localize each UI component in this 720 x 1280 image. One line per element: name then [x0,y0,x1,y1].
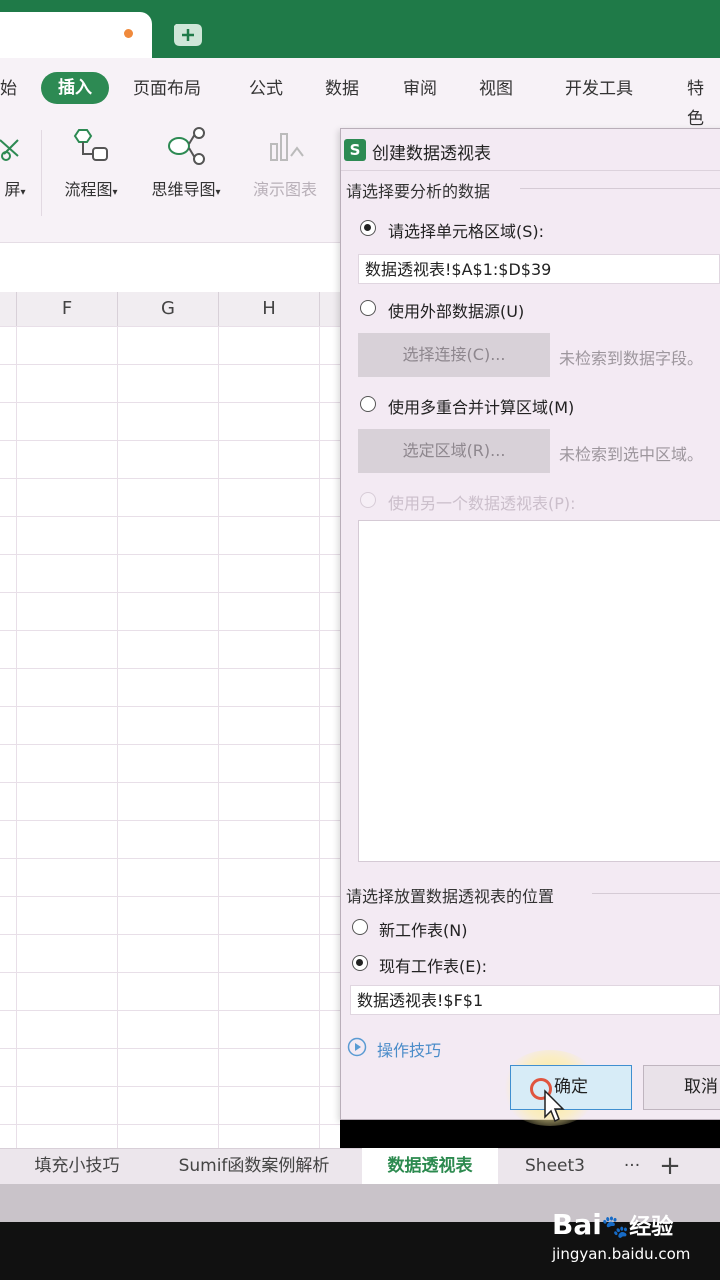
tab-insert[interactable]: 插入 [41,72,109,104]
sheet-tab-sheet3[interactable]: Sheet3 [510,1148,600,1184]
sheet-tab-pivot[interactable]: 数据透视表 [362,1148,498,1184]
tab-data[interactable]: 数据 [325,74,359,104]
column-header-h[interactable]: H [219,292,319,326]
location-input[interactable]: 数据透视表!$F$1 [350,985,720,1015]
tab-page-layout[interactable]: 页面布局 [133,74,201,104]
tool-screen[interactable]: 屏▾ [0,126,30,216]
demo-chart-icon [270,133,304,161]
range-input[interactable]: 数据透视表!$A$1:$D$39 [358,254,720,284]
baidu-watermark: Bai🐾经验 jingyan.baidu.com [552,1208,712,1268]
flowchart-icon [73,129,108,161]
section-line [520,188,720,189]
wps-spreadsheet-icon: S [344,139,366,161]
cell-grid[interactable] [0,326,340,1148]
flowchart-button[interactable]: 流程图▾ [53,126,129,216]
option-external-source-label[interactable]: 使用外部数据源(U) [388,298,524,322]
sheet-tab-sumif[interactable]: Sumif函数案例解析 [160,1148,348,1184]
cancel-button[interactable]: 取消 [643,1065,720,1110]
ribbon-divider [41,130,42,216]
column-header-g[interactable]: G [118,292,218,326]
tab-formulas[interactable]: 公式 [249,74,283,104]
demo-chart-button[interactable]: 演示图表 [244,126,326,216]
more-sheets-button[interactable]: ··· [614,1148,650,1184]
sheet-tab-fill-tips[interactable]: 填充小技巧 [18,1148,136,1184]
tab-view[interactable]: 视图 [479,74,513,104]
mindmap-label: 思维导图 [151,180,216,199]
demo-chart-label: 演示图表 [252,180,317,199]
section-location-label: 请选择放置数据透视表的位置 [346,887,555,906]
unsaved-dot-icon [124,29,133,38]
radio-new-sheet[interactable] [352,919,368,935]
title-divider [341,170,720,171]
tab-developer[interactable]: 开发工具 [565,74,633,104]
option-multi-consolidation-label[interactable]: 使用多重合并计算区域(M) [388,394,574,418]
mouse-cursor-icon [543,1089,565,1125]
no-fields-hint: 未检索到数据字段。 [559,349,704,368]
scissors-icon [0,139,19,161]
option-new-sheet-label[interactable]: 新工作表(N) [379,917,467,941]
option-existing-sheet-label[interactable]: 现有工作表(E): [379,953,487,977]
formula-bar[interactable] [0,242,340,293]
watermark-url: jingyan.baidu.com [552,1245,691,1263]
new-tab-button[interactable] [170,18,206,52]
column-divider [218,292,219,326]
new-tab-icon [174,24,202,46]
choose-connection-button[interactable]: 选择连接(C)... [358,333,550,377]
option-other-pivot-label: 使用另一个数据透视表(P): [388,494,576,513]
tool-screen-label: 屏 [4,180,21,199]
option-select-range-label[interactable]: 请选择单元格区域(S): [388,218,544,242]
tab-review[interactable]: 审阅 [403,74,437,104]
flowchart-label: 流程图 [64,180,113,199]
section-line [592,893,720,894]
watermark-suffix: 经验 [629,1215,674,1240]
pivot-table-listbox[interactable] [358,520,720,862]
mindmap-icon [168,127,205,165]
radio-existing-sheet[interactable] [352,955,368,971]
column-divider [117,292,118,326]
add-sheet-button[interactable]: + [652,1148,688,1184]
tips-play-icon [347,1037,367,1057]
column-header-f[interactable]: F [17,292,117,326]
column-divider [319,292,320,326]
tab-start[interactable]: 始 [0,74,17,104]
paw-icon: 🐾 [601,1215,630,1240]
watermark-brand: Bai [552,1208,602,1241]
radio-external-source[interactable] [360,300,376,316]
radio-multi-consolidation[interactable] [360,396,376,412]
mindmap-button[interactable]: 思维导图▾ [140,126,232,216]
tips-link[interactable]: 操作技巧 [377,1037,441,1061]
select-range-button[interactable]: 选定区域(R)... [358,429,550,473]
section-analyze-data-label: 请选择要分析的数据 [346,182,491,201]
column-divider [16,292,17,326]
radio-select-range[interactable] [360,220,376,236]
ok-button[interactable]: 确定 [510,1065,632,1110]
dialog-title: 创建数据透视表 [372,144,491,164]
no-range-hint: 未检索到选中区域。 [559,445,704,464]
tab-special[interactable]: 特色 [687,74,720,129]
radio-other-pivot[interactable] [360,492,376,508]
